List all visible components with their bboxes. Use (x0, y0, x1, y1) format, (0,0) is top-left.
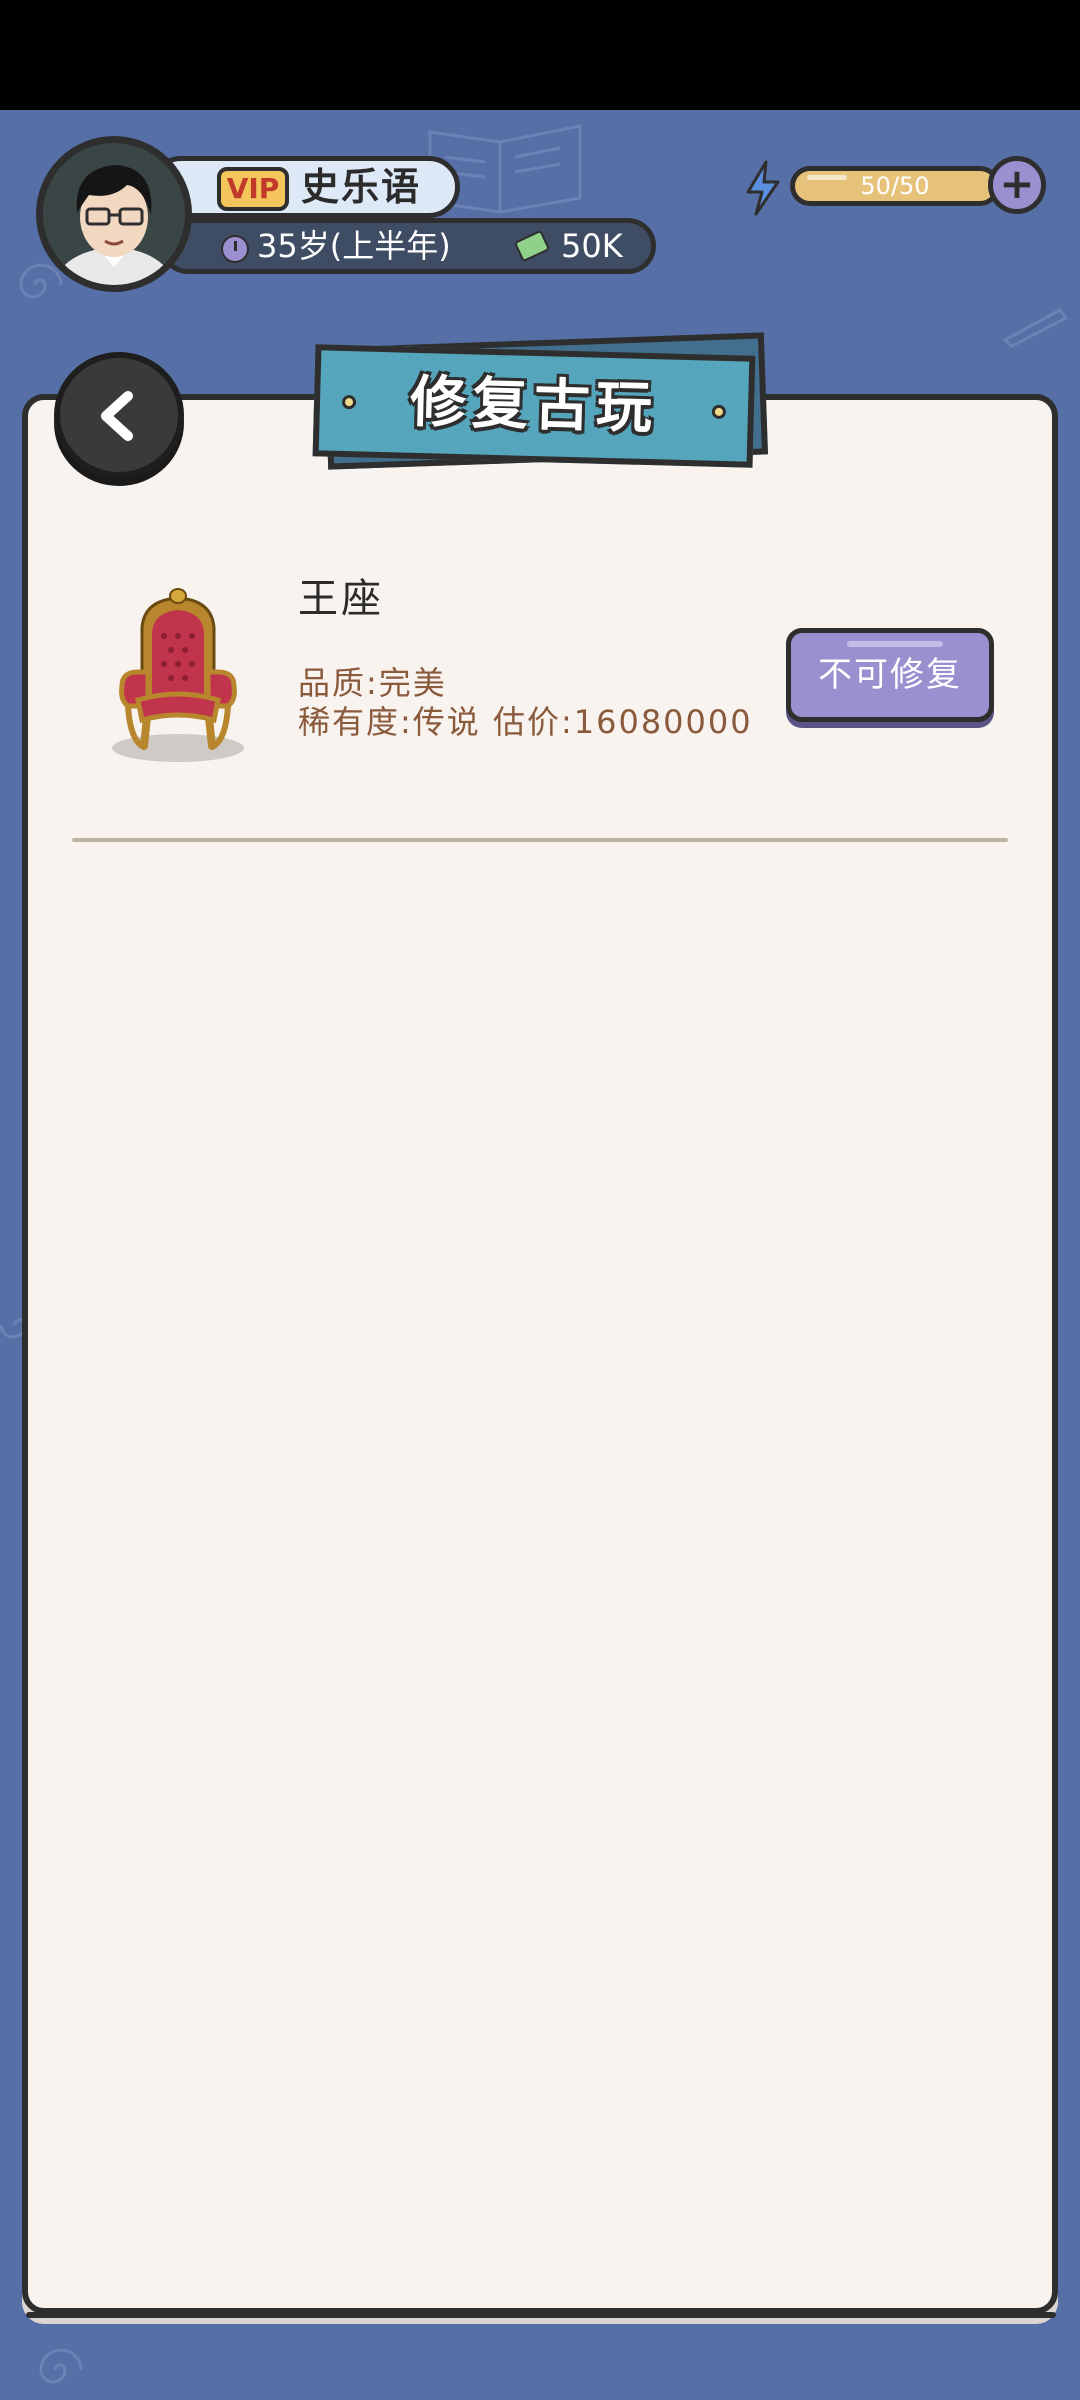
page-title: 修复古玩 (409, 369, 659, 442)
player-money: 50K (561, 227, 623, 265)
player-stats-bar: 35岁(上半年) 50K (160, 218, 656, 274)
add-energy-button[interactable]: + (988, 156, 1046, 214)
player-age: 35岁(上半年) (257, 227, 451, 265)
status-bar (0, 0, 1080, 110)
item-name: 王座 (298, 576, 384, 622)
player-avatar-icon[interactable] (36, 136, 192, 292)
background-doodle-pencil (1002, 308, 1069, 348)
player-name-pill: VIP 史乐语 (150, 156, 460, 218)
vip-badge[interactable]: VIP (217, 167, 289, 211)
page-title-banner: 修复古玩 (310, 332, 768, 470)
repair-button-label: 不可修复 (818, 655, 962, 695)
item-divider (72, 838, 1008, 842)
player-name: 史乐语 (301, 165, 422, 209)
throne-icon (112, 588, 244, 762)
energy-value: 50/50 (860, 172, 930, 200)
back-button[interactable] (54, 352, 184, 478)
background-doodle-swirl (39, 2348, 83, 2384)
chevron-left-icon (101, 391, 133, 441)
cash-icon (513, 229, 551, 263)
item-quality: 品质:完美 (298, 664, 447, 702)
clock-icon (221, 235, 249, 263)
energy-bolt-icon (746, 160, 780, 216)
energy-bar: 50/50 (790, 166, 1000, 206)
repair-button[interactable]: 不可修复 (786, 628, 994, 722)
item-rarity-price: 稀有度:传说 估价:16080000 (298, 703, 753, 741)
